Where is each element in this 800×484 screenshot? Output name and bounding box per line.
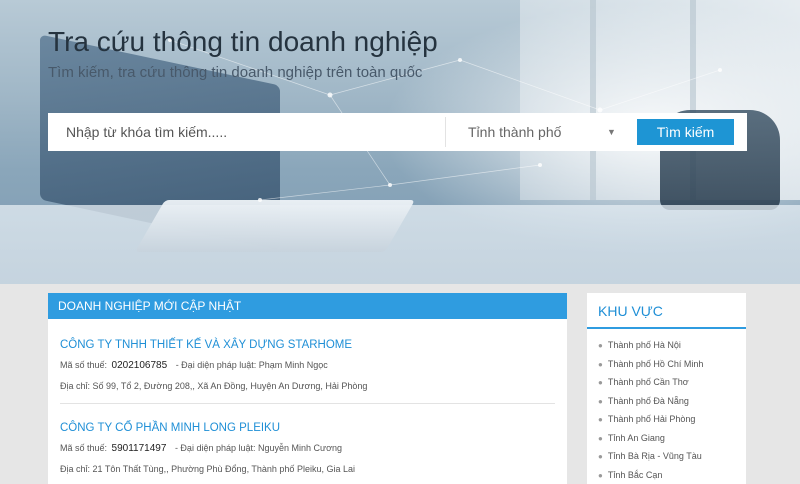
sidebar-title: KHU VỰC: [587, 293, 746, 329]
company-address: Địa chỉ: Số 99, Tổ 2, Đường 208,, Xã An …: [60, 380, 555, 393]
region-label: Tỉnh Bắc Cạn: [607, 469, 663, 480]
region-item[interactable]: ● Thành phố Cần Thơ: [598, 373, 746, 392]
province-select[interactable]: Tỉnh thành phố: [468, 113, 618, 151]
region-label: Thành phố Hà Nội: [607, 340, 681, 350]
tax-label: Mã số thuế:: [60, 360, 108, 370]
panel-header: DOANH NGHIỆP MỚI CẬP NHẬT: [48, 293, 567, 319]
company-meta: Mã số thuế: 0202106785 - Đại diện pháp l…: [60, 359, 555, 372]
bullet-icon: ●: [598, 433, 603, 443]
search-input[interactable]: [48, 113, 428, 151]
rep-label: - Đại diện pháp luật:: [175, 360, 257, 370]
region-label: Thành phố Đà Nẵng: [607, 395, 689, 406]
bullet-icon: ●: [598, 415, 603, 424]
new-companies-panel: DOANH NGHIỆP MỚI CẬP NHẬT CÔNG TY TNHH T…: [48, 293, 567, 484]
bullet-icon: ●: [598, 452, 603, 461]
company-item: CÔNG TY TNHH THIẾT KẾ VÀ XÂY DỰNG STARHO…: [60, 319, 555, 404]
page-subtitle: Tìm kiếm, tra cứu thông tin doanh nghiệp…: [48, 64, 423, 81]
region-item[interactable]: ● Tỉnh Bắc Cạn: [598, 466, 746, 484]
tax-label: Mã số thuế:: [60, 443, 108, 453]
bullet-icon: ●: [598, 396, 603, 406]
region-label: Thành phố Hải Phòng: [607, 414, 696, 424]
company-meta: Mã số thuế: 5901171497 - Đại diện pháp l…: [60, 442, 555, 455]
rep-name: Nguyễn Minh Cương: [258, 443, 342, 453]
search-bar: Tỉnh thành phố ▼ Tìm kiếm: [48, 113, 747, 151]
tax-code: 0202106785: [111, 360, 168, 371]
hero-banner: Tra cứu thông tin doanh nghiệp Tìm kiếm,…: [0, 0, 800, 284]
page-title: Tra cứu thông tin doanh nghiệp: [48, 26, 438, 57]
region-item[interactable]: ● Tỉnh An Giang: [598, 429, 746, 448]
region-item[interactable]: ● Thành phố Hồ Chí Minh: [598, 355, 746, 374]
region-item[interactable]: ● Thành phố Hà Nội: [598, 336, 746, 355]
address-value: Số 99, Tổ 2, Đường 208,, Xã An Đồng, Huy…: [92, 381, 368, 391]
region-item[interactable]: ● Thành phố Đà Nẵng: [598, 392, 746, 411]
address-label: Địa chỉ:: [60, 464, 91, 474]
bullet-icon: ●: [598, 470, 603, 480]
region-sidebar: KHU VỰC ● Thành phố Hà Nội ● Thành phố Hồ …: [587, 293, 746, 484]
search-divider: [445, 117, 446, 147]
rep-name: Phạm Minh Ngọc: [258, 360, 328, 370]
province-select-label: Tỉnh thành phố: [468, 124, 562, 140]
tax-code: 5901171497: [111, 443, 167, 454]
company-item: CÔNG TY CỔ PHẦN MINH LONG PLEIKU Mã số t…: [60, 404, 555, 484]
search-button[interactable]: Tìm kiếm: [637, 119, 734, 145]
company-list: CÔNG TY TNHH THIẾT KẾ VÀ XÂY DỰNG STARHO…: [48, 319, 567, 484]
company-name-link[interactable]: CÔNG TY TNHH THIẾT KẾ VÀ XÂY DỰNG STARHO…: [60, 339, 352, 351]
address-value: 21 Tôn Thất Tùng,, Phường Phù Đổng, Thàn…: [92, 464, 355, 474]
bullet-icon: ●: [598, 378, 603, 387]
region-label: Thành phố Hồ Chí Minh: [607, 358, 704, 369]
region-label: Tỉnh Bà Rịa - Vũng Tàu: [607, 451, 702, 461]
region-list: ● Thành phố Hà Nội ● Thành phố Hồ Chí Minh…: [587, 329, 746, 484]
region-label: Thành phố Cần Thơ: [607, 377, 689, 387]
region-item[interactable]: ● Tỉnh Bà Rịa - Vũng Tàu: [598, 447, 746, 466]
caret-down-icon[interactable]: ▼: [607, 123, 616, 141]
company-name-link[interactable]: CÔNG TY CỔ PHẦN MINH LONG PLEIKU: [60, 422, 280, 434]
rep-label: - Đại diện pháp luật:: [174, 443, 256, 453]
region-label: Tỉnh An Giang: [607, 432, 665, 443]
bullet-icon: ●: [598, 359, 603, 369]
region-item[interactable]: ● Thành phố Hải Phòng: [598, 410, 746, 429]
company-address: Địa chỉ: 21 Tôn Thất Tùng,, Phường Phù Đ…: [60, 463, 555, 476]
bullet-icon: ●: [598, 341, 603, 350]
address-label: Địa chỉ:: [60, 381, 91, 391]
